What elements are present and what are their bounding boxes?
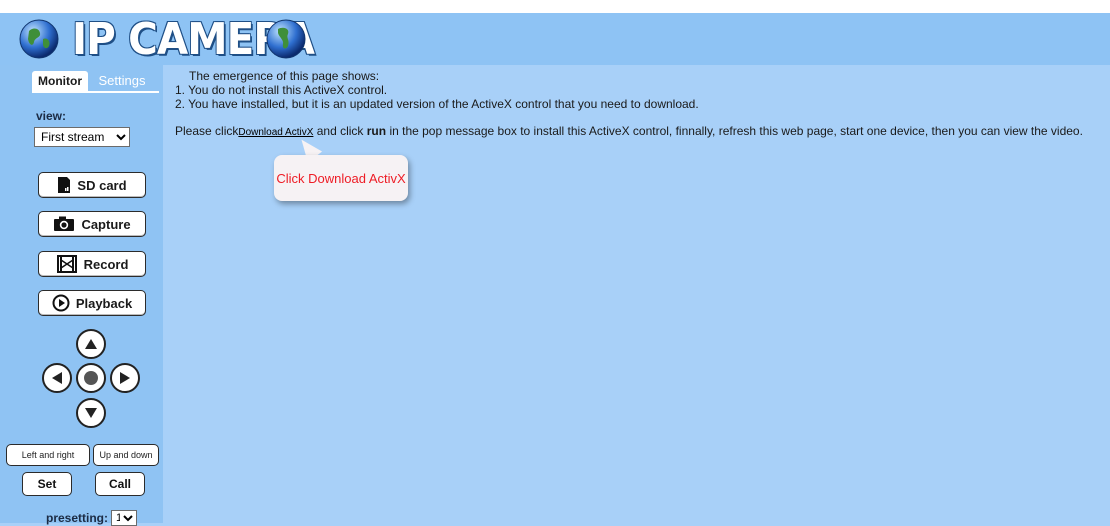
ptz-left-button[interactable]	[42, 363, 72, 393]
instr-mid: and click	[313, 124, 367, 138]
camera-icon	[54, 216, 75, 231]
install-instructions: Please clickDownload ActivX and click ru…	[175, 124, 1083, 138]
sd-card-label: SD card	[77, 177, 127, 193]
sidebar: Monitor Settings view: First stream SD c…	[0, 65, 163, 526]
arrow-right-icon	[120, 372, 130, 384]
play-circle-icon	[52, 294, 70, 312]
capture-label: Capture	[81, 216, 131, 232]
tab-monitor[interactable]: Monitor	[32, 71, 88, 91]
arrow-left-icon	[52, 372, 62, 384]
instr-prefix: Please click	[175, 124, 239, 138]
ptz-center-button[interactable]	[76, 363, 106, 393]
arrow-up-icon	[85, 339, 97, 349]
top-strip	[0, 0, 1110, 13]
tab-settings[interactable]: Settings	[92, 71, 152, 91]
stop-dot-icon	[84, 371, 98, 385]
ptz-right-button[interactable]	[110, 363, 140, 393]
left-and-right-button[interactable]: Left and right	[6, 444, 90, 466]
record-label: Record	[83, 256, 129, 272]
instr-run-word: run	[366, 124, 387, 138]
playback-label: Playback	[75, 295, 133, 311]
globe-icon	[266, 19, 306, 59]
sd-card-button[interactable]: SD card	[38, 172, 146, 198]
tooltip-text: Click Download ActivX	[276, 170, 406, 186]
up-and-down-button[interactable]: Up and down	[93, 444, 159, 466]
film-icon	[56, 255, 77, 273]
download-activex-link[interactable]: Download ActivX	[238, 127, 313, 138]
preset-select[interactable]: 1	[111, 510, 138, 526]
presetting-row: presetting: 1	[46, 510, 138, 526]
view-label: view:	[36, 109, 67, 123]
header-banner: IP CAMERA	[0, 13, 1110, 65]
globe-icon	[19, 19, 59, 59]
instr-suffix: in the pop message box to install this A…	[386, 124, 1083, 138]
notice-reason-2: 2. You have installed, but it is an upda…	[175, 97, 699, 111]
ptz-down-button[interactable]	[76, 398, 106, 428]
stream-select[interactable]: First stream	[34, 127, 130, 147]
set-button[interactable]: Set	[22, 472, 72, 496]
record-button[interactable]: Record	[38, 251, 146, 277]
capture-button[interactable]: Capture	[38, 211, 146, 237]
call-button[interactable]: Call	[95, 472, 145, 496]
ptz-up-button[interactable]	[76, 329, 106, 359]
playback-button[interactable]: Playback	[38, 290, 146, 316]
notice-reason-1: 1. You do not install this ActiveX contr…	[175, 83, 388, 97]
notice-heading: The emergence of this page shows:	[189, 69, 380, 83]
sd-card-icon	[58, 177, 71, 193]
tab-underline	[32, 91, 159, 93]
download-tooltip: Click Download ActivX	[274, 155, 408, 201]
arrow-down-icon	[85, 408, 97, 418]
